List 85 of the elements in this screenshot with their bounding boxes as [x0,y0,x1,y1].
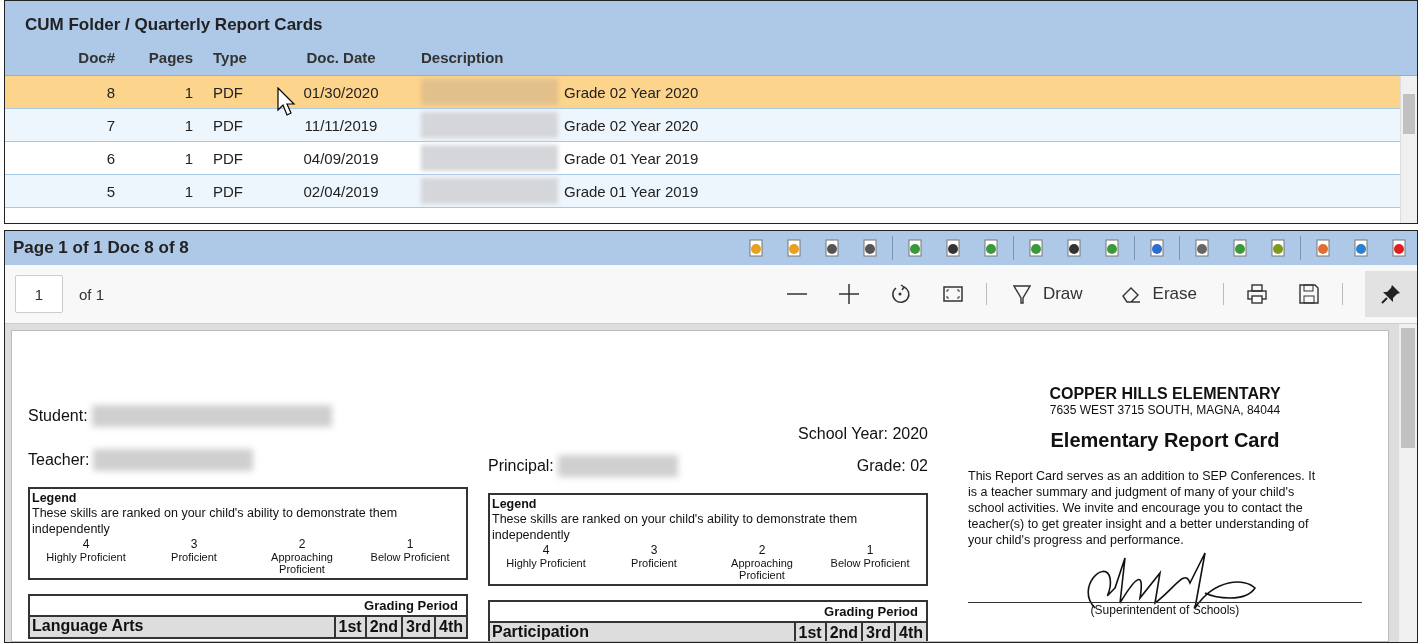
pin-button[interactable] [1365,271,1417,317]
period-heading: 3rd [861,623,894,641]
table-cell-text: 1 [183,149,194,167]
legend-text: These skills are ranked on your child's ability to demonstrate them independently [32,505,399,537]
scale-value: 3 [650,543,658,557]
table-cell-text: 7 [105,116,116,134]
pen-icon [1012,284,1031,304]
school-year: School Year: 2020 [797,425,928,444]
period-heading: 4th [434,617,466,637]
scale-label: Proficient [631,557,677,569]
print-icon[interactable] [1246,283,1268,305]
school-name: COPPER HILLS ELEMENTARY [1049,385,1281,403]
table-cell-text: 11/11/2019 [303,116,379,134]
subject-heading: Participation [491,623,590,641]
scrollbar[interactable] [1400,76,1417,223]
school-address: 7635 WEST 3715 SOUTH, MAGNA, 84044 [1049,403,1281,417]
table-cell-text: 1 [183,116,194,134]
table-cell: Grade 01 Year 2019 [564,182,699,200]
scale-label: Below Proficient [370,551,450,563]
table-cell: Grade 02 Year 2020 [564,83,699,101]
scale-label: Below Proficient [830,557,910,569]
scale-value: 1 [406,537,414,551]
scale-label: Approaching Proficient [730,557,794,581]
legend-title: Legend [492,497,538,511]
field-label: Teacher: [28,451,90,469]
scale-value: 4 [82,537,90,551]
rotate-icon[interactable] [889,283,912,305]
draw-button[interactable]: Draw [1008,280,1087,308]
pin-icon [1381,284,1401,304]
column-header[interactable]: Pages [119,48,197,66]
erase-button[interactable]: Erase [1116,280,1201,308]
signature-caption: (Superintendent of Schools) [1090,603,1240,617]
page-count: of 1 [79,285,105,303]
fit-page-icon[interactable] [941,283,964,305]
table-cell-text: 1 [183,182,194,200]
table-cell: Grade 01 Year 2019 [564,149,699,167]
table-cell-text: PDF [212,83,244,101]
scale-value: 3 [190,537,198,551]
period-heading: 2nd [824,623,862,641]
scale-label: Proficient [171,551,217,563]
table-cell-text: 8 [105,83,116,101]
table-row[interactable]: 7 1 PDF 11/11/2019 Grade 02 Year 2020 [5,109,1400,142]
page-number-field[interactable]: 1 [15,275,63,313]
table-cell-text: PDF [212,149,244,167]
column-header[interactable]: Type [197,48,277,66]
save-icon[interactable] [1298,283,1320,305]
table-row[interactable]: 8 1 PDF 01/30/2020 Grade 02 Year 2020 [5,76,1400,109]
panel-title: CUM Folder / Quarterly Report Cards [24,14,324,36]
period-heading: 3rd [401,617,434,637]
scale-label: Highly Proficient [506,557,586,569]
intro-paragraph: This Report Card serves as an addition to SEP Conferences. It is a teacher summary and judgment of many of your child's school activities. We invite and encourage you to contact the teacher(s) to get greater insight and a better understanding of your child's progress and performance. [968,468,1317,548]
table-row[interactable]: 5 1 PDF 02/04/2019 Grade 01 Year 2019 [5,175,1400,208]
column-header[interactable]: Doc# [5,48,119,66]
table-cell-text: PDF [212,116,244,134]
scale-value: 1 [866,543,874,557]
table-cell-text: PDF [212,182,244,200]
column-header[interactable]: Doc. Date [277,48,405,66]
scale-label: Highly Proficient [46,551,126,563]
grade-level: Grade: 02 [856,457,928,475]
legend-text: These skills are ranked on your child's ability to demonstrate them independently [492,511,859,543]
table-cell-text: 5 [105,182,116,200]
table-cell-text: 01/30/2020 [302,83,380,101]
legend-title: Legend [32,491,78,505]
pointer-cursor-icon [277,87,297,117]
subject-heading: Language Arts [31,617,145,636]
scale-value: 2 [298,537,306,551]
scale-label: Approaching Proficient [270,551,334,575]
report-title: Elementary Report Card [1050,429,1280,452]
column-header[interactable]: Description [405,48,1417,66]
viewer-title: Page 1 of 1 Doc 8 of 8 [13,238,189,258]
period-heading: 1st [333,617,365,637]
period-heading: 4th [894,623,926,641]
period-heading: 2nd [364,617,402,637]
table-cell-text: 02/04/2019 [302,182,380,200]
scrollbar[interactable] [1399,324,1417,642]
table-cell-text: 1 [183,83,194,101]
field-label: Principal: [488,457,554,475]
field-label: Student: [28,407,88,425]
table-cell-text: 04/09/2019 [302,149,380,167]
table-cell: Grade 02 Year 2020 [564,116,699,134]
scale-value: 2 [758,543,766,557]
eraser-icon [1120,285,1141,303]
scale-value: 4 [542,543,550,557]
table-cell-text: 6 [105,149,116,167]
period-heading: 1st [793,623,825,641]
